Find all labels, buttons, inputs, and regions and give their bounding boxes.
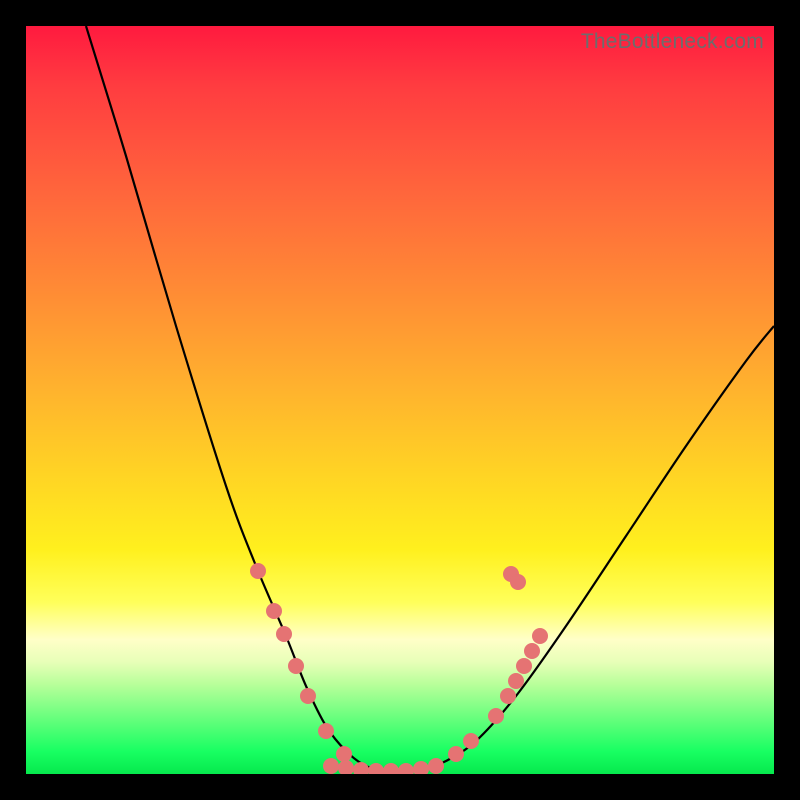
curve-marker [266,603,282,619]
curve-marker [276,626,292,642]
curve-marker [516,658,532,674]
bottleneck-curve [86,26,774,771]
curve-marker [488,708,504,724]
curve-marker [398,763,414,774]
curve-marker [510,574,526,590]
plot-area: TheBottleneck.com [26,26,774,774]
curve-marker [524,643,540,659]
curve-marker [368,763,384,774]
curve-marker [353,762,369,774]
chart-frame: TheBottleneck.com [0,0,800,800]
curve-marker [532,628,548,644]
curve-marker [336,746,352,762]
curve-marker [383,763,399,774]
curve-marker [318,723,334,739]
marker-group [250,563,548,774]
curve-marker [413,761,429,774]
curve-marker [250,563,266,579]
curve-marker [508,673,524,689]
curve-layer [26,26,774,774]
curve-marker [323,758,339,774]
curve-marker [448,746,464,762]
curve-marker [463,733,479,749]
curve-marker [500,688,516,704]
curve-marker [288,658,304,674]
curve-marker [338,760,354,774]
curve-marker [300,688,316,704]
curve-marker [428,758,444,774]
